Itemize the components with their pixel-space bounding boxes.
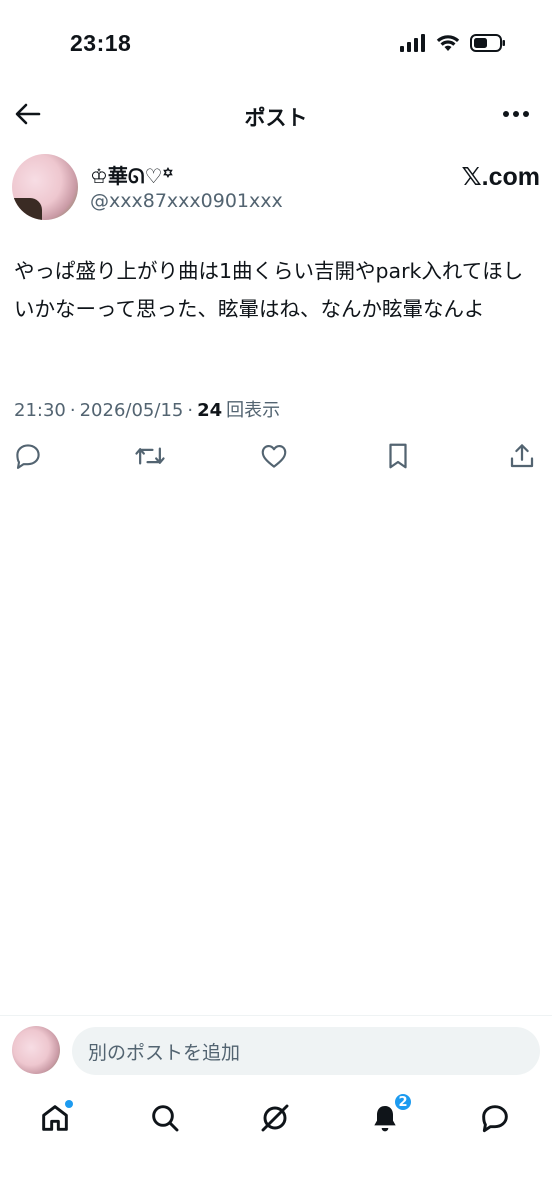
views-count: 24 [197, 400, 223, 421]
reply-composer-input[interactable]: 別のポストを追加 [72, 1027, 540, 1075]
composer-placeholder: 別のポストを追加 [88, 1041, 241, 1064]
signal-icon [400, 34, 426, 56]
post-header: ポスト [0, 90, 552, 142]
post-date: 2026/05/15 [79, 400, 184, 421]
status-bar: 23:18 [0, 0, 552, 90]
nav-notifications[interactable]: 2 [367, 1092, 413, 1136]
meta-separator: · [69, 400, 76, 421]
share-icon [510, 444, 534, 468]
meta-separator: · [187, 400, 194, 421]
notification-badge: 2 [393, 1092, 413, 1112]
more-icon [503, 111, 529, 117]
search-icon [152, 1105, 179, 1132]
grok-icon [261, 1104, 289, 1132]
status-time: 23:18 [70, 30, 132, 56]
nav-messages[interactable] [477, 1100, 513, 1136]
wifi-icon [436, 34, 460, 56]
repost-button[interactable] [134, 440, 166, 472]
like-icon [261, 444, 287, 468]
home-new-dot [65, 1100, 73, 1108]
nav-search[interactable] [147, 1100, 183, 1136]
post-time: 21:30 [14, 400, 66, 421]
user-handle[interactable]: @xxx87xxx0901xxx [90, 190, 283, 212]
bookmark-button[interactable] [382, 440, 414, 472]
action-bar [0, 440, 552, 476]
avatar[interactable] [12, 154, 78, 220]
battery-icon [470, 34, 506, 56]
post-text: やっぱ盛り上がり曲は1曲くらい吉開やpark入れてほしいかなーって思った、眩暈は… [14, 259, 524, 321]
post-detail-screen: 23:18 ポスト ♔華ᘏ♡꙳ @xxx87xxx0901xxx 𝕏.com や… [0, 0, 552, 1200]
post-meta: 21:30 · 2026/05/15 · 24 回表示 [14, 396, 280, 422]
nav-home[interactable] [37, 1100, 73, 1136]
nav-grok[interactable] [257, 1100, 293, 1136]
display-name[interactable]: ♔華ᘏ♡꙳ [90, 160, 173, 189]
messages-icon [482, 1105, 508, 1133]
more-button[interactable] [500, 102, 532, 126]
views-label: 回表示 [226, 400, 281, 421]
status-icons [400, 34, 506, 56]
bookmark-icon [389, 443, 407, 469]
post-author: ♔華ᘏ♡꙳ @xxx87xxx0901xxx 𝕏.com [12, 154, 540, 222]
composer-divider [0, 1015, 552, 1016]
page-title: ポスト [244, 106, 308, 130]
bottom-nav: 2 [0, 1090, 552, 1150]
watermark: 𝕏.com [461, 163, 541, 191]
repost-icon [135, 447, 165, 465]
share-button[interactable] [506, 440, 538, 472]
avatar-photo-detail [12, 198, 42, 220]
composer-avatar [12, 1026, 60, 1074]
like-button[interactable] [258, 440, 290, 472]
reply-button[interactable] [12, 440, 44, 472]
reply-icon [16, 444, 40, 469]
